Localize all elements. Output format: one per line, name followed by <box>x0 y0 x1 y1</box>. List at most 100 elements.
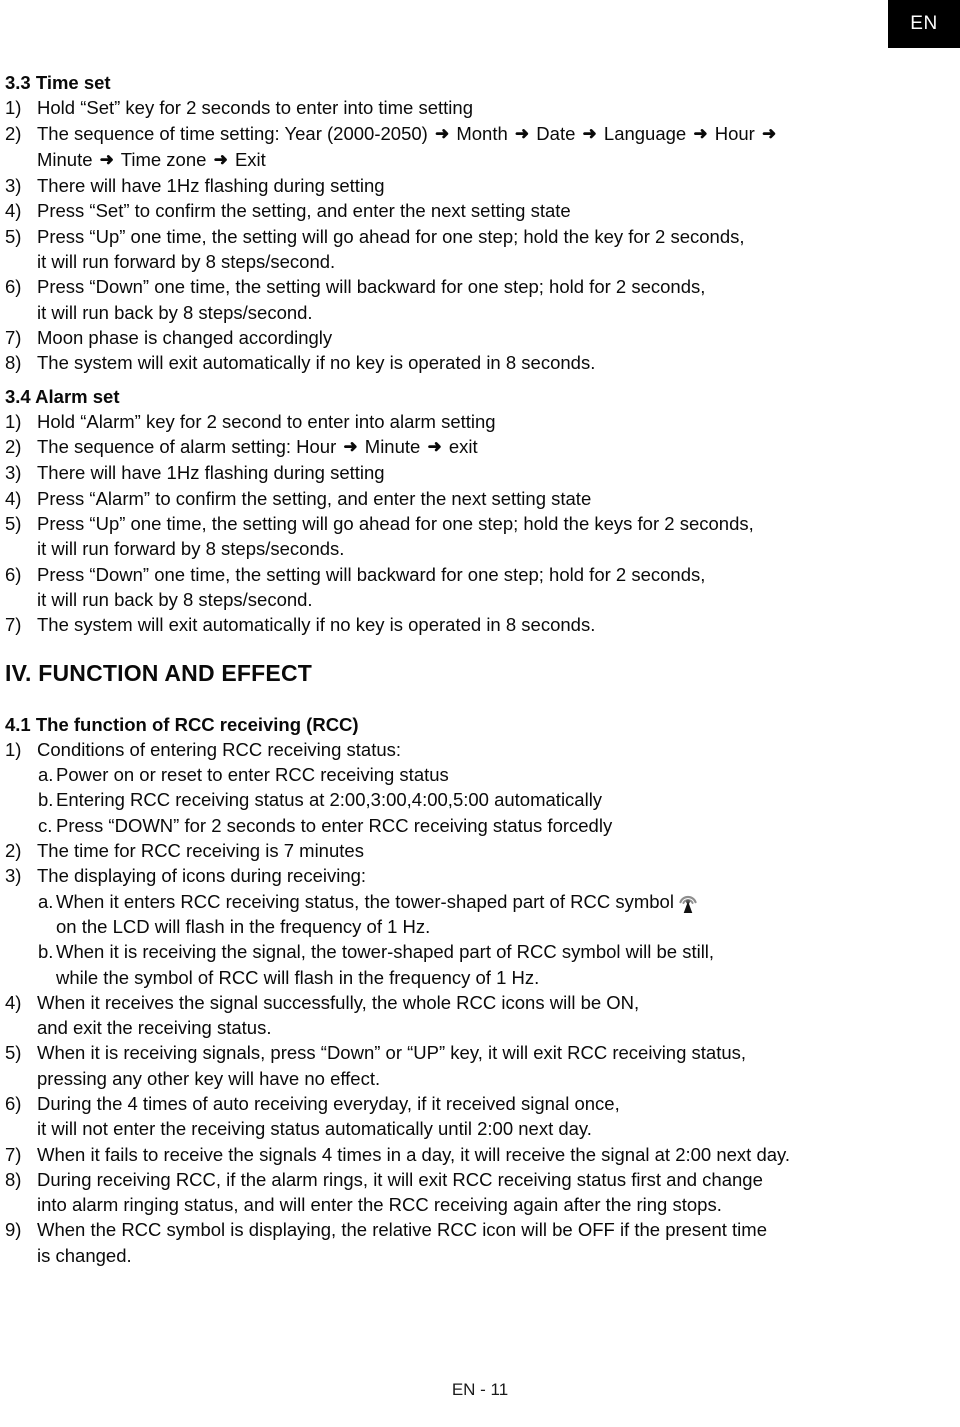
list-item-text: Hold “Set” key for 2 seconds to enter in… <box>37 97 473 119</box>
list-item-text: on the LCD will flash in the frequency o… <box>56 915 431 937</box>
list-item-text: Conditions of entering RCC receiving sta… <box>37 738 402 760</box>
sub-list-item: a. When it enters RCC receiving status, t… <box>5 889 905 914</box>
list-item-text: Minute ➜ Time zone ➜ Exit <box>37 148 266 170</box>
list-marker: 7) <box>5 326 22 348</box>
list-item-text: it will run back by 8 steps/second. <box>37 301 313 323</box>
list-entry: 2) The sequence of time setting: Year (20… <box>5 121 905 174</box>
sub-list-item: b. Entering RCC receiving status at 2:00,… <box>5 787 905 812</box>
list-item-text: When it is receiving the signal, the tow… <box>56 941 715 963</box>
list-item-continuation-line: it will run back by 8 steps/second. <box>5 587 905 612</box>
list-marker: 4) <box>5 991 22 1013</box>
list-item-text: pressing any other key will have no effe… <box>37 1067 381 1089</box>
list-item-text: Entering RCC receiving status at 2:00,3:… <box>56 789 603 811</box>
list-item: 3) There will have 1Hz flashing during se… <box>5 460 905 485</box>
list-item-text: Hold “Alarm” key for 2 second to enter i… <box>37 410 496 432</box>
arrow-right-icon: ➜ <box>582 123 597 143</box>
list-marker: c. <box>38 814 53 836</box>
list-item-continuation-line: Minute ➜ Time zone ➜ Exit <box>5 147 905 173</box>
list-marker: b. <box>38 941 54 963</box>
list-entry: 6) Press “Down” one time, the setting wil… <box>5 562 905 613</box>
language-tab: EN <box>888 0 960 48</box>
list-entry: 2) The sequence of alarm setting: Hour ➜ … <box>5 434 905 460</box>
sub-list-item: c. Press “DOWN” for 2 seconds to enter RC… <box>5 813 905 838</box>
list-entry: 5) Press “Up” one time, the setting will … <box>5 224 905 275</box>
list-marker: 5) <box>5 225 22 247</box>
section-heading-3-4: 3.4 Alarm set <box>5 385 120 407</box>
chapter-heading: IV. FUNCTION AND EFFECT <box>5 659 313 686</box>
sub-list-item: a. Power on or reset to enter RCC receivi… <box>5 762 905 787</box>
list-marker: a. <box>38 890 54 912</box>
section-heading-3-3: 3.3 Time set <box>5 72 111 93</box>
list-item-text: Press “Down” one time, the setting will … <box>37 563 706 585</box>
list-item-text: During receiving RCC, if the alarm rings… <box>37 1168 763 1190</box>
page-number-label: EN - 11 <box>451 1380 509 1399</box>
list-entry: 7) When it fails to receive the signals 4… <box>5 1142 905 1167</box>
list-item-continuation-line: it will not enter the receiving status a… <box>5 1116 905 1141</box>
list-entry: 2) The time for RCC receiving is 7 minute… <box>5 838 905 863</box>
list-marker: 2) <box>5 840 22 862</box>
list-entry: 1) Hold “Alarm” key for 2 second to enter… <box>5 409 905 434</box>
list-item: 5) Press “Up” one time, the setting will … <box>5 224 905 249</box>
list-entry: 3) The displaying of icons during receivi… <box>5 863 905 989</box>
list-marker: 1) <box>5 738 22 760</box>
list-item-text: it will run forward by 8 steps/second. <box>37 251 336 273</box>
list-item-text: The time for RCC receiving is 7 minutes <box>37 840 364 862</box>
list-entry: 4) When it receives the signal successful… <box>5 990 905 1041</box>
language-tab-label: EN <box>910 13 938 34</box>
sub-item-continuation-line: on the LCD will flash in the frequency o… <box>5 914 905 939</box>
list-marker: a. <box>38 764 54 786</box>
list-item-text: The displaying of icons during receiving… <box>37 865 367 887</box>
list-item-text: There will have 1Hz flashing during sett… <box>37 175 385 197</box>
list-item: 8) The system will exit automatically if … <box>5 350 905 375</box>
sub-list-item: b. When it is receiving the signal, the t… <box>5 939 905 964</box>
list-item: 1) Conditions of entering RCC receiving s… <box>5 737 905 762</box>
list-item-text: into alarm ringing status, and will ente… <box>37 1194 722 1216</box>
list-item: 4) Press “Alarm” to confirm the setting, … <box>5 486 905 511</box>
list-item-text: Press “Up” one time, the setting will go… <box>37 225 745 247</box>
section-heading-4-1: 4.1 The function of RCC receiving (RCC) <box>5 713 359 735</box>
list-item: 9) When the RCC symbol is displaying, the… <box>5 1217 905 1242</box>
list-item-text: Press “DOWN” for 2 seconds to enter RCC … <box>56 814 613 836</box>
list-item: 5) Press “Up” one time, the setting will … <box>5 511 905 536</box>
list-entry: 7) Moon phase is changed accordingly <box>5 325 905 350</box>
list-entry: 3) There will have 1Hz flashing during se… <box>5 460 905 485</box>
list-marker: 8) <box>5 352 22 374</box>
list-item-text: it will not enter the receiving status a… <box>37 1118 592 1140</box>
list-marker: 3) <box>5 865 22 887</box>
list-item-text: When it is receiving signals, press “Dow… <box>37 1042 747 1064</box>
list-marker: 6) <box>5 1092 22 1114</box>
page-footer: EN - 11 <box>0 1380 960 1400</box>
list-item: 8) During receiving RCC, if the alarm rin… <box>5 1167 905 1192</box>
list-item-text: is changed. <box>37 1244 132 1266</box>
list-item: 2) The time for RCC receiving is 7 minute… <box>5 838 905 863</box>
list-item: 7) The system will exit automatically if … <box>5 612 905 637</box>
list-item: 7) When it fails to receive the signals 4… <box>5 1142 905 1167</box>
arrow-right-icon: ➜ <box>343 437 358 457</box>
list-marker: 5) <box>5 1042 22 1064</box>
list-marker: 7) <box>5 1143 22 1165</box>
list-marker: 1) <box>5 97 22 119</box>
list-entry: 6) During the 4 times of auto receiving e… <box>5 1091 905 1142</box>
list-item-text: Press “Set” to confirm the setting, and … <box>37 200 571 222</box>
list-marker: b. <box>38 789 54 811</box>
list-item-text: Moon phase is changed accordingly <box>37 326 333 348</box>
list-item-text: The sequence of time setting: Year (2000… <box>37 122 777 144</box>
list-item-text: When it fails to receive the signals 4 t… <box>37 1143 791 1165</box>
list-entry: 9) When the RCC symbol is displaying, the… <box>5 1217 905 1268</box>
arrow-right-icon: ➜ <box>434 123 450 143</box>
arrow-right-icon: ➜ <box>762 123 777 143</box>
list-item-text: When the RCC symbol is displaying, the r… <box>37 1219 767 1241</box>
list-item-continuation-line: it will run forward by 8 steps/second. <box>5 249 905 274</box>
list-item-text: During the 4 times of auto receiving eve… <box>37 1092 620 1114</box>
list-item-continuation-line: it will run back by 8 steps/second. <box>5 300 905 325</box>
list-entry: 4) Press “Set” to confirm the setting, an… <box>5 198 905 223</box>
list-marker: 2) <box>5 122 22 144</box>
list-item-continuation-line: is changed. <box>5 1243 905 1268</box>
list-item-text: Press “Alarm” to confirm the setting, an… <box>37 487 592 509</box>
list-entry: 4) Press “Alarm” to confirm the setting, … <box>5 486 905 511</box>
list-item-text: while the symbol of RCC will flash in th… <box>56 966 540 988</box>
arrow-right-icon: ➜ <box>213 149 228 169</box>
list-entry: 1) Conditions of entering RCC receiving s… <box>5 737 905 838</box>
list-item-text: When it enters RCC receiving status, the… <box>56 890 674 912</box>
list-item: 1) Hold “Alarm” key for 2 second to enter… <box>5 409 905 434</box>
